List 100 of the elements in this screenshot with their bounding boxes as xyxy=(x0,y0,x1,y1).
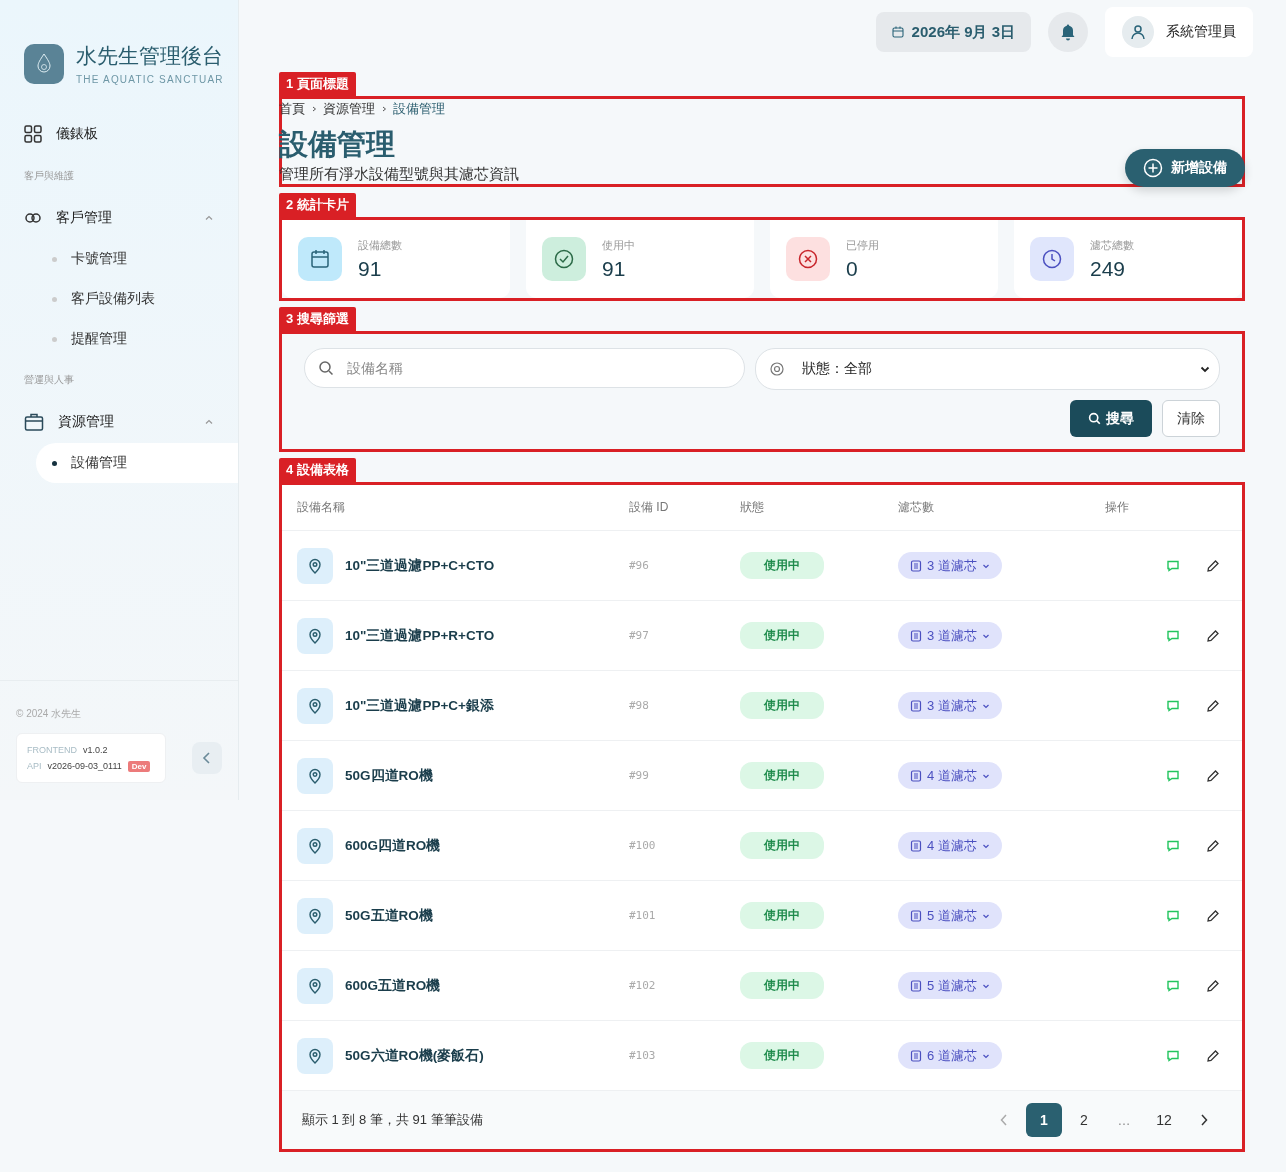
comment-icon xyxy=(1166,838,1180,853)
chevron-left-icon xyxy=(202,751,213,765)
search-icon xyxy=(1088,412,1101,425)
search-field[interactable]: 設備名稱 xyxy=(304,348,745,388)
nav-subitem[interactable]: 提醒管理 xyxy=(24,319,238,359)
pencil-icon xyxy=(1206,838,1220,853)
device-name: 10"三道過濾PP+C+銀添 xyxy=(345,696,494,715)
column-header: 濾芯數 xyxy=(898,499,935,516)
pencil-icon xyxy=(1206,908,1220,923)
env-badge: Dev xyxy=(127,760,151,772)
status-badge: 使用中 xyxy=(740,1042,824,1069)
filter-count-dropdown[interactable]: 4 道濾芯 xyxy=(898,832,1002,859)
stat-value: 91 xyxy=(358,256,383,281)
nav-section-label: 營運與人事 xyxy=(24,373,75,387)
nav-subitem[interactable]: 設備管理 xyxy=(36,443,238,483)
column-header: 設備名稱 xyxy=(297,499,346,516)
notification-button[interactable] xyxy=(1048,12,1088,52)
bell-icon xyxy=(1059,23,1077,41)
version-label: API xyxy=(27,761,42,771)
annotation-label: 1 頁面標題 xyxy=(279,72,356,96)
comment-icon xyxy=(1166,978,1180,993)
list-icon xyxy=(910,1049,922,1062)
filter-count-dropdown[interactable]: 3 道濾芯 xyxy=(898,622,1002,649)
filter-count-dropdown[interactable]: 4 道濾芯 xyxy=(898,762,1002,789)
pencil-icon xyxy=(1206,628,1220,643)
map-pin-icon xyxy=(297,1037,333,1074)
device-name: 10"三道過濾PP+C+CTO xyxy=(345,556,495,575)
device-id: #98 xyxy=(629,699,650,712)
nav-subitem[interactable]: 客戶設備列表 xyxy=(24,279,238,319)
column-header: 狀態 xyxy=(740,499,765,516)
list-icon xyxy=(910,909,922,922)
chevron-left-icon xyxy=(1000,1114,1008,1126)
map-pin-icon xyxy=(297,547,333,584)
version-value: v2026-09-03_0111 xyxy=(47,761,122,771)
target-icon xyxy=(770,362,784,376)
device-id: #97 xyxy=(629,629,650,642)
stat-label: 使用中 xyxy=(602,237,635,253)
map-pin-icon xyxy=(297,687,333,724)
device-name: 600G五道RO機 xyxy=(345,976,441,995)
collapse-button[interactable] xyxy=(192,742,222,774)
column-header: 操作 xyxy=(1105,499,1130,516)
pencil-icon xyxy=(1206,698,1220,713)
list-icon xyxy=(910,699,922,712)
avatar-icon xyxy=(1122,16,1154,48)
chevron-icon xyxy=(380,105,388,113)
stat-label: 設備總數 xyxy=(358,237,402,253)
add-device-button[interactable]: 新增設備 xyxy=(1125,149,1245,187)
plus-circle-icon xyxy=(1143,158,1163,178)
calendar-icon xyxy=(298,237,342,281)
status-badge: 使用中 xyxy=(740,832,824,859)
filter-count-dropdown[interactable]: 3 道濾芯 xyxy=(898,552,1002,579)
comment-icon xyxy=(1166,1048,1180,1063)
page-button[interactable]: 2 xyxy=(1066,1103,1102,1137)
page-button[interactable]: 12 xyxy=(1146,1103,1182,1137)
nav-group[interactable]: 資源管理 xyxy=(24,401,238,443)
clear-button[interactable]: 清除 xyxy=(1162,400,1220,437)
pencil-icon xyxy=(1206,558,1220,573)
brand-subtitle: THE AQUATIC SANCTUAR xyxy=(76,74,224,85)
pencil-icon xyxy=(1206,978,1220,993)
brand-title: 水先生管理後台 xyxy=(76,43,224,69)
comment-icon xyxy=(1166,628,1180,643)
water-drop-logo-icon xyxy=(24,43,64,84)
nav-section-label: 客戶與維護 xyxy=(24,169,75,183)
pencil-icon xyxy=(1206,768,1220,783)
map-pin-icon xyxy=(297,757,333,794)
breadcrumb-link[interactable]: 設備管理 xyxy=(393,100,445,118)
chevron-icon xyxy=(310,105,318,113)
annotation-label: 3 搜尋篩選 xyxy=(279,307,356,331)
user-menu[interactable]: 系統管理員 xyxy=(1105,7,1253,57)
list-icon xyxy=(910,559,922,572)
stat-value: 0 xyxy=(846,256,859,281)
search-button[interactable]: 搜尋 xyxy=(1070,400,1152,437)
clock-icon xyxy=(1030,237,1074,281)
breadcrumb-link[interactable]: 資源管理 xyxy=(323,100,375,118)
status-badge: 使用中 xyxy=(740,972,824,999)
device-id: #102 xyxy=(629,979,657,992)
stat-label: 濾芯總數 xyxy=(1090,237,1134,253)
comment-icon xyxy=(1166,698,1180,713)
version-value: v1.0.2 xyxy=(83,745,108,755)
version-label: FRONTEND xyxy=(27,745,77,755)
filter-count-dropdown[interactable]: 6 道濾芯 xyxy=(898,1042,1002,1069)
map-pin-icon xyxy=(297,617,333,654)
page-button[interactable]: 1 xyxy=(1026,1103,1062,1137)
status-badge: 使用中 xyxy=(740,762,824,789)
comment-icon xyxy=(1166,908,1180,923)
map-pin-icon xyxy=(297,967,333,1004)
device-id: #103 xyxy=(629,1049,657,1062)
nav-subitem[interactable]: 卡號管理 xyxy=(24,239,238,279)
list-icon xyxy=(910,839,922,852)
search-icon xyxy=(318,360,334,376)
status-select[interactable]: 狀態：全部 xyxy=(755,348,1220,390)
nav-group[interactable]: 客戶管理 xyxy=(24,197,238,239)
filter-count-dropdown[interactable]: 5 道濾芯 xyxy=(898,902,1002,929)
device-name: 50G五道RO機 xyxy=(345,906,433,925)
device-id: #96 xyxy=(629,559,650,572)
device-name: 50G六道RO機(麥飯石) xyxy=(345,1046,484,1065)
nav-item[interactable]: 儀錶板 xyxy=(24,113,238,155)
filter-count-dropdown[interactable]: 5 道濾芯 xyxy=(898,972,1002,999)
filter-count-dropdown[interactable]: 3 道濾芯 xyxy=(898,692,1002,719)
date-text: 2026年 9月 3日 xyxy=(911,22,1015,42)
